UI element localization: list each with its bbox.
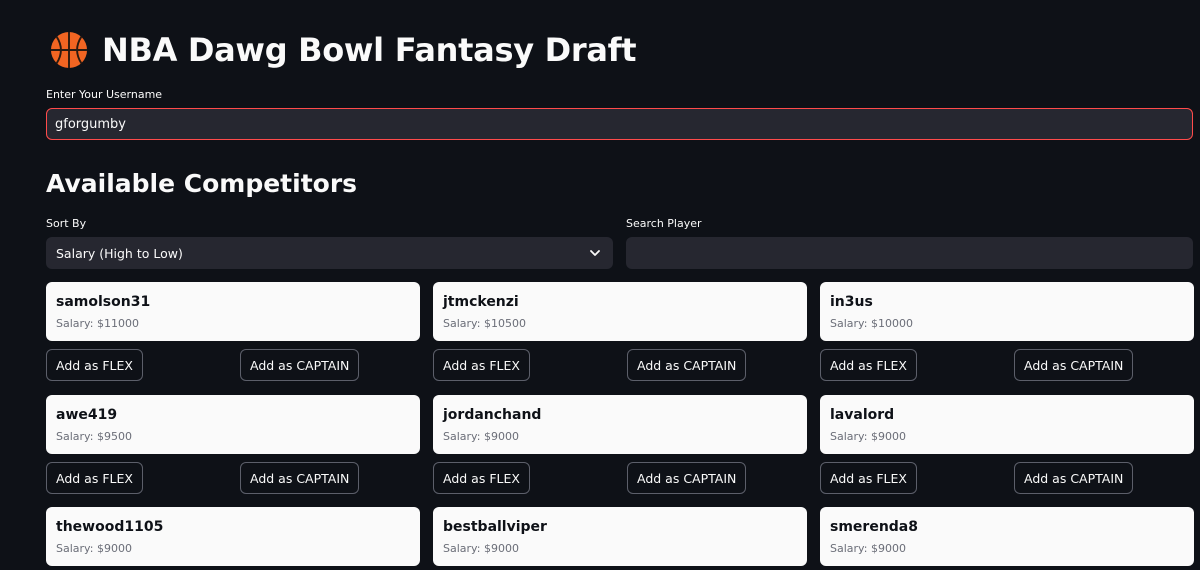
search-input[interactable] bbox=[626, 237, 1193, 269]
app-root: NBA Dawg Bowl Fantasy Draft Enter Your U… bbox=[0, 0, 1200, 570]
add-flex-button[interactable]: Add as FLEX bbox=[433, 462, 530, 494]
player-name: bestballviper bbox=[443, 519, 547, 535]
player-salary: Salary: $9000 bbox=[830, 430, 906, 443]
competitor-grid: samolson31 Salary: $11000 Add as FLEX Ad… bbox=[46, 282, 1194, 570]
player-card: jordanchand Salary: $9000 bbox=[433, 395, 807, 454]
section-title: Available Competitors bbox=[46, 169, 358, 198]
sort-select-value: Salary (High to Low) bbox=[56, 245, 183, 261]
player-card: thewood1105 Salary: $9000 bbox=[46, 507, 420, 566]
player-card: in3us Salary: $10000 bbox=[820, 282, 1194, 341]
player-actions: Add as FLEX Add as CAPTAIN bbox=[433, 349, 807, 381]
player-cell: awe419 Salary: $9500 Add as FLEX Add as … bbox=[46, 395, 420, 494]
player-actions: Add as FLEX Add as CAPTAIN bbox=[433, 462, 807, 494]
player-salary: Salary: $9000 bbox=[443, 430, 519, 443]
player-actions: Add as FLEX Add as CAPTAIN bbox=[46, 462, 420, 494]
player-name: lavalord bbox=[830, 407, 895, 423]
page-title: NBA Dawg Bowl Fantasy Draft bbox=[102, 31, 637, 69]
player-card: smerenda8 Salary: $9000 bbox=[820, 507, 1194, 566]
player-card: awe419 Salary: $9500 bbox=[46, 395, 420, 454]
player-name: jordanchand bbox=[443, 407, 542, 423]
add-captain-button[interactable]: Add as CAPTAIN bbox=[240, 349, 360, 381]
add-flex-button[interactable]: Add as FLEX bbox=[820, 462, 917, 494]
player-cell: jtmckenzi Salary: $10500 Add as FLEX Add… bbox=[433, 282, 807, 381]
player-salary: Salary: $9000 bbox=[443, 542, 519, 555]
add-flex-button[interactable]: Add as FLEX bbox=[433, 349, 530, 381]
player-name: samolson31 bbox=[56, 294, 151, 310]
title-row: NBA Dawg Bowl Fantasy Draft bbox=[50, 28, 637, 72]
chevron-down-icon bbox=[590, 250, 600, 256]
player-salary: Salary: $9000 bbox=[830, 542, 906, 555]
player-card: jtmckenzi Salary: $10500 bbox=[433, 282, 807, 341]
add-captain-button[interactable]: Add as CAPTAIN bbox=[627, 349, 747, 381]
player-actions: Add as FLEX Add as CAPTAIN bbox=[820, 349, 1194, 381]
add-flex-button[interactable]: Add as FLEX bbox=[46, 462, 143, 494]
player-cell: thewood1105 Salary: $9000 bbox=[46, 507, 420, 566]
add-captain-button[interactable]: Add as CAPTAIN bbox=[1014, 462, 1134, 494]
player-card: lavalord Salary: $9000 bbox=[820, 395, 1194, 454]
player-salary: Salary: $10000 bbox=[830, 317, 913, 330]
sort-select[interactable]: Salary (High to Low) bbox=[46, 237, 613, 269]
player-cell: smerenda8 Salary: $9000 bbox=[820, 507, 1194, 566]
player-cell: in3us Salary: $10000 Add as FLEX Add as … bbox=[820, 282, 1194, 381]
username-label: Enter Your Username bbox=[46, 88, 163, 101]
player-cell: bestballviper Salary: $9000 bbox=[433, 507, 807, 566]
player-salary: Salary: $9500 bbox=[56, 430, 132, 443]
player-name: thewood1105 bbox=[56, 519, 164, 535]
player-cell: jordanchand Salary: $9000 Add as FLEX Ad… bbox=[433, 395, 807, 494]
player-salary: Salary: $9000 bbox=[56, 542, 132, 555]
player-name: smerenda8 bbox=[830, 519, 918, 535]
player-salary: Salary: $10500 bbox=[443, 317, 526, 330]
add-captain-button[interactable]: Add as CAPTAIN bbox=[627, 462, 747, 494]
player-actions: Add as FLEX Add as CAPTAIN bbox=[46, 349, 420, 381]
username-input[interactable] bbox=[46, 108, 1193, 140]
player-card: samolson31 Salary: $11000 bbox=[46, 282, 420, 341]
search-label: Search Player bbox=[626, 217, 702, 230]
basketball-icon bbox=[50, 31, 88, 69]
player-salary: Salary: $11000 bbox=[56, 317, 139, 330]
player-cell: samolson31 Salary: $11000 Add as FLEX Ad… bbox=[46, 282, 420, 381]
sort-label: Sort By bbox=[46, 217, 87, 230]
add-flex-button[interactable]: Add as FLEX bbox=[46, 349, 143, 381]
player-card: bestballviper Salary: $9000 bbox=[433, 507, 807, 566]
player-name: in3us bbox=[830, 294, 873, 310]
player-cell: lavalord Salary: $9000 Add as FLEX Add a… bbox=[820, 395, 1194, 494]
add-flex-button[interactable]: Add as FLEX bbox=[820, 349, 917, 381]
player-name: awe419 bbox=[56, 407, 118, 423]
add-captain-button[interactable]: Add as CAPTAIN bbox=[240, 462, 360, 494]
add-captain-button[interactable]: Add as CAPTAIN bbox=[1014, 349, 1134, 381]
player-actions: Add as FLEX Add as CAPTAIN bbox=[820, 462, 1194, 494]
player-name: jtmckenzi bbox=[443, 294, 519, 310]
